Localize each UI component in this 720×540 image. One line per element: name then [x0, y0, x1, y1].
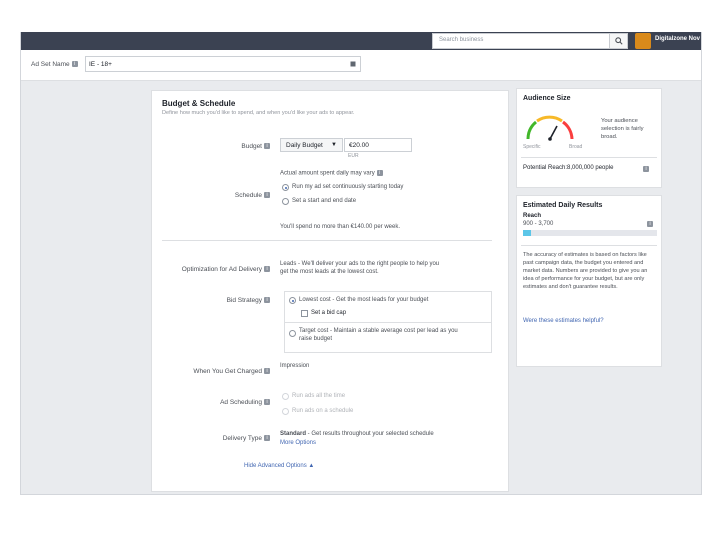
bid-strategy-box: Lowest cost - Get the most leads for you…	[284, 291, 492, 353]
estimated-divider	[521, 245, 657, 246]
start-end-date-label: Set a start and end date	[292, 198, 357, 204]
gauge-broad-label: Broad	[569, 144, 583, 150]
audience-title: Audience Size	[523, 95, 571, 102]
info-icon[interactable]: i	[376, 170, 383, 176]
info-icon[interactable]: i	[647, 221, 653, 227]
search-icon	[614, 37, 623, 45]
section-divider	[162, 240, 492, 241]
chevron-down-icon: ▼	[331, 142, 337, 148]
audience-description: Your audience selection is fairly broad.	[601, 118, 644, 140]
gauge-yellow-arc	[536, 115, 563, 123]
run-all-time-label: Run ads all the time	[292, 393, 346, 399]
ad-scheduling-label: Ad Scheduling i	[160, 399, 270, 406]
info-icon[interactable]: i	[264, 368, 270, 375]
audience-divider	[521, 157, 657, 158]
section-title: Budget & Schedule	[162, 99, 236, 108]
optimization-text-line2: get the most leads at the lowest cost.	[280, 269, 379, 275]
target-cost-radio[interactable]	[289, 330, 296, 337]
info-icon[interactable]: i	[71, 61, 78, 68]
ad-set-name-row: Ad Set Name i IE - 18+	[21, 50, 701, 81]
delivery-type-label: Delivery Type i	[160, 435, 270, 442]
bid-cap-checkbox[interactable]	[301, 310, 308, 317]
ad-set-name-label: Ad Set Name i	[31, 61, 78, 68]
target-cost-line1: Target cost - Maintain a stable average …	[299, 328, 458, 334]
budget-schedule-card: Budget & Schedule Define how much you'd …	[151, 90, 509, 492]
spend-summary: You'll spend no more than €140.00 per we…	[280, 224, 401, 230]
reach-bar-fill	[523, 230, 532, 236]
audience-gauge	[526, 115, 574, 141]
optimization-label: Optimization for Ad Delivery i	[160, 266, 270, 273]
gauge-needle	[549, 125, 558, 140]
ad-set-name-value: IE - 18+	[89, 61, 112, 68]
delivery-type-bold: Standard	[280, 431, 307, 437]
lowest-cost-radio[interactable]	[289, 297, 296, 304]
estimates-helpful-link[interactable]: Were these estimates helpful?	[523, 318, 604, 324]
budget-label: Budget i	[160, 143, 270, 150]
gauge-red-arc	[562, 120, 574, 140]
when-charged-label: When You Get Charged i	[160, 368, 270, 375]
audience-size-card: Audience Size Specific Broad Your audien…	[516, 88, 662, 188]
account-avatar[interactable]	[635, 33, 651, 49]
currency-label: EUR	[348, 153, 359, 159]
reach-value: 900 - 3,700	[523, 221, 554, 227]
search-placeholder: Search business	[439, 37, 484, 43]
reach-bar-track	[523, 230, 657, 236]
run-on-schedule-radio[interactable]	[282, 408, 289, 415]
estimated-title: Estimated Daily Results	[523, 202, 603, 209]
account-name[interactable]: Digitalzone Nov	[655, 36, 700, 42]
budget-amount-value: €20.00	[349, 142, 369, 149]
start-end-date-radio[interactable]	[282, 198, 289, 205]
search-button[interactable]	[609, 33, 628, 49]
estimates-disclaimer: The accuracy of estimates is based on fa…	[523, 252, 648, 290]
run-continuously-label: Run my ad set continuously starting toda…	[292, 184, 404, 190]
run-continuously-radio[interactable]	[282, 184, 289, 191]
delivery-type-value: Standard - Get results throughout your s…	[280, 431, 434, 437]
bid-divider	[285, 322, 491, 323]
section-subtitle: Define how much you'd like to spend, and…	[162, 110, 355, 116]
potential-reach: Potential Reach:8,000,000 people	[523, 165, 614, 171]
settings-icon[interactable]	[350, 61, 356, 67]
gauge-green-arc	[526, 120, 538, 140]
target-cost-line2: raise budget	[299, 336, 333, 342]
schedule-label: Schedule i	[160, 192, 270, 199]
bid-cap-label: Set a bid cap	[311, 310, 347, 316]
info-icon[interactable]: i	[264, 266, 270, 273]
bid-strategy-label: Bid Strategy i	[160, 297, 270, 304]
info-icon[interactable]: i	[264, 192, 270, 199]
run-on-schedule-label: Run ads on a schedule	[292, 408, 354, 414]
info-icon[interactable]: i	[643, 166, 649, 172]
reach-label: Reach	[523, 213, 542, 219]
info-icon[interactable]: i	[264, 399, 270, 406]
app-frame: Search business Digitalzone Nov Ad Set N…	[20, 32, 702, 495]
when-charged-value: Impression	[280, 363, 310, 369]
more-options-link[interactable]: More Options	[280, 440, 316, 446]
top-navigation-bar: Search business Digitalzone Nov	[21, 32, 701, 50]
info-icon[interactable]: i	[264, 143, 270, 150]
search-input[interactable]: Search business	[432, 33, 626, 49]
run-all-time-radio[interactable]	[282, 393, 289, 400]
actual-spend-note: Actual amount spent daily may vary i	[280, 170, 383, 177]
ad-set-name-input[interactable]: IE - 18+	[85, 56, 361, 72]
estimated-results-card: Estimated Daily Results Reach 900 - 3,70…	[516, 195, 662, 367]
budget-type-dropdown[interactable]: Daily Budget ▼	[280, 138, 343, 152]
budget-amount-input[interactable]: €20.00	[344, 138, 412, 152]
optimization-text-line1: Leads - We'll deliver your ads to the ri…	[280, 261, 440, 267]
info-icon[interactable]: i	[264, 435, 270, 442]
gauge-specific-label: Specific	[523, 144, 541, 150]
hide-advanced-options-link[interactable]: Hide Advanced Options ▲	[244, 463, 314, 469]
info-icon[interactable]: i	[264, 297, 270, 304]
lowest-cost-label: Lowest cost - Get the most leads for you…	[299, 297, 429, 303]
budget-type-value: Daily Budget	[286, 142, 323, 149]
